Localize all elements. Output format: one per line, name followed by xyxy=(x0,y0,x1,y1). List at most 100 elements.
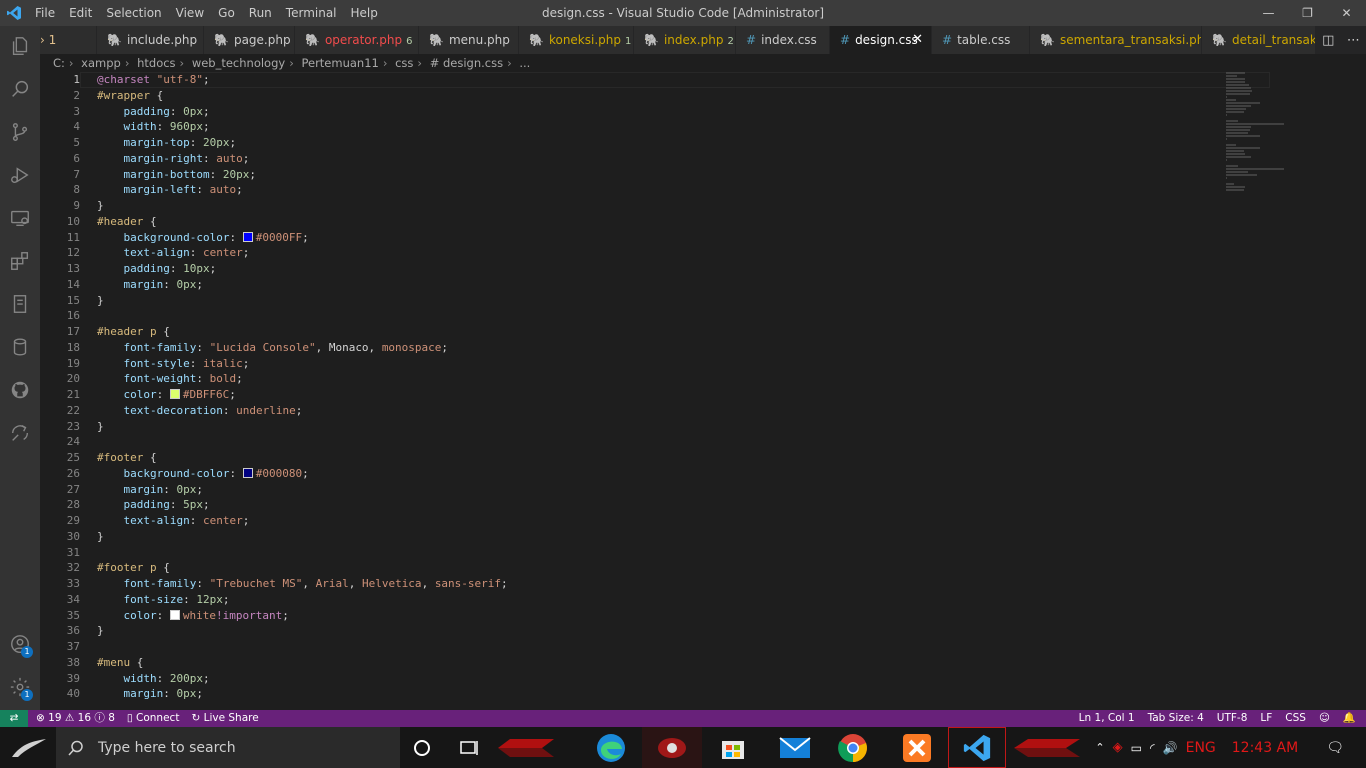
code-line[interactable]: margin-left: auto; xyxy=(97,182,508,198)
database-icon[interactable] xyxy=(0,327,40,367)
tab-design-css[interactable]: # design.css ✕ xyxy=(830,26,932,54)
notifications-icon[interactable]: 🗨 xyxy=(1326,740,1344,756)
code-line[interactable]: margin-bottom: 20px; xyxy=(97,167,508,183)
code-line[interactable]: } xyxy=(97,419,508,435)
menu-selection[interactable]: Selection xyxy=(99,0,168,26)
breadcrumb-css[interactable]: css xyxy=(395,56,413,70)
menu-file[interactable]: File xyxy=(28,0,62,26)
task-view-icon[interactable] xyxy=(453,727,485,768)
breadcrumb-drive[interactable]: C: xyxy=(53,56,65,70)
code-line[interactable]: font-family: "Trebuchet MS", Arial, Helv… xyxy=(97,576,508,592)
tab-koneksi-php[interactable]: 🐘 koneksi.php 1 xyxy=(519,26,634,54)
start-button[interactable] xyxy=(0,727,56,768)
code-line[interactable]: } xyxy=(97,293,508,309)
breadcrumb-htdocs[interactable]: htdocs xyxy=(137,56,175,70)
menu-view[interactable]: View xyxy=(169,0,211,26)
edge-icon[interactable] xyxy=(590,727,632,768)
live-share-button[interactable]: ↻ Live Share xyxy=(191,710,258,727)
code-line[interactable]: text-align: center; xyxy=(97,245,508,261)
color-swatch-icon[interactable] xyxy=(169,389,180,399)
volume-icon[interactable]: 🔊 xyxy=(1163,741,1178,755)
live-share-icon[interactable] xyxy=(0,413,40,453)
tab-sementara-transaksi-php[interactable]: 🐘sementara_transaksi.php8 xyxy=(1030,26,1202,54)
code-line[interactable]: margin: 0px; xyxy=(97,277,508,293)
explorer-icon[interactable] xyxy=(0,26,40,66)
code-line[interactable]: padding: 5px; xyxy=(97,497,508,513)
code-line[interactable] xyxy=(97,434,508,450)
code-line[interactable]: margin: 0px; xyxy=(97,686,508,702)
bookmarks-icon[interactable] xyxy=(0,284,40,324)
menu-edit[interactable]: Edit xyxy=(62,0,99,26)
code-line[interactable]: color: white!important; xyxy=(97,608,508,624)
minimize-button[interactable]: — xyxy=(1249,0,1288,26)
tab-page-php[interactable]: 🐘 page.php xyxy=(204,26,295,54)
code-line[interactable]: margin: 0px; xyxy=(97,482,508,498)
code-line[interactable]: @charset "utf-8"; xyxy=(97,72,508,88)
feedback-icon[interactable]: ☺ xyxy=(1319,710,1330,727)
code-line[interactable]: width: 200px; xyxy=(97,671,508,687)
code-line[interactable]: background-color: #0000FF; xyxy=(97,230,508,246)
code-line[interactable]: margin-right: auto; xyxy=(97,151,508,167)
search-icon[interactable] xyxy=(0,69,40,109)
color-swatch-icon[interactable] xyxy=(242,467,253,478)
tab-index-php[interactable]: 🐘 index.php 2 xyxy=(634,26,736,54)
tab-include-php[interactable]: 🐘 include.php xyxy=(97,26,204,54)
encoding[interactable]: UTF-8 xyxy=(1217,710,1248,727)
settings-gear-icon[interactable]: 1 xyxy=(0,667,40,707)
code-line[interactable]: #footer { xyxy=(97,450,508,466)
code-line[interactable]: text-align: center; xyxy=(97,513,508,529)
code-line[interactable] xyxy=(97,639,508,655)
accounts-icon[interactable]: 1 xyxy=(0,624,40,664)
code-line[interactable]: font-size: 12px; xyxy=(97,592,508,608)
battery-icon[interactable]: ▭ xyxy=(1131,741,1142,755)
input-language[interactable]: ENG xyxy=(1186,740,1216,756)
end-of-line[interactable]: LF xyxy=(1260,710,1272,727)
minimap[interactable] xyxy=(1226,72,1286,312)
code-line[interactable]: padding: 10px; xyxy=(97,261,508,277)
chevron-up-icon[interactable]: ⌃ xyxy=(1095,741,1104,754)
taskbar-search-box[interactable]: Type here to search xyxy=(56,727,400,768)
remote-indicator[interactable]: ⇄ xyxy=(0,710,28,727)
remote-explorer-icon[interactable] xyxy=(0,198,40,238)
breadcrumb-pertemuan11[interactable]: Pertemuan11 xyxy=(301,56,378,70)
code-line[interactable]: #footer p { xyxy=(97,560,508,576)
source-control-icon[interactable] xyxy=(0,112,40,152)
tab-partial[interactable]: › 1 xyxy=(40,26,97,54)
vscode-icon[interactable] xyxy=(948,727,1006,768)
code-line[interactable]: margin-top: 20px; xyxy=(97,135,508,151)
more-actions-icon[interactable]: ⋯ xyxy=(1347,33,1360,48)
breadcrumb-xampp[interactable]: xampp xyxy=(81,56,121,70)
rog-tray-icon[interactable]: ◈ xyxy=(1113,740,1123,755)
tab-operator-php[interactable]: 🐘 operator.php 6 xyxy=(295,26,419,54)
tab-table-css[interactable]: # table.css xyxy=(932,26,1030,54)
menu-go[interactable]: Go xyxy=(211,0,242,26)
menu-run[interactable]: Run xyxy=(242,0,279,26)
code-line[interactable]: width: 960px; xyxy=(97,119,508,135)
close-tab-icon[interactable]: ✕ xyxy=(912,26,923,54)
problems-indicator[interactable]: ⊗ 19 ⚠ 16 ⓘ 8 xyxy=(36,710,115,727)
code-line[interactable]: #wrapper { xyxy=(97,88,508,104)
game-icon[interactable] xyxy=(642,727,702,768)
cortana-icon[interactable] xyxy=(406,727,438,768)
extensions-icon[interactable] xyxy=(0,241,40,281)
code-line[interactable]: #header { xyxy=(97,214,508,230)
xampp-icon[interactable] xyxy=(896,727,938,768)
close-button[interactable]: ✕ xyxy=(1327,0,1366,26)
tab-index-css[interactable]: # index.css xyxy=(736,26,830,54)
color-swatch-icon[interactable] xyxy=(242,231,253,242)
code-line[interactable]: #header p { xyxy=(97,324,508,340)
breadcrumb-symbol[interactable]: ... xyxy=(519,56,530,70)
code-line[interactable]: font-family: "Lucida Console", Monaco, m… xyxy=(97,340,508,356)
run-debug-icon[interactable] xyxy=(0,155,40,195)
connect-button[interactable]: ▯ Connect xyxy=(127,710,180,727)
code-line[interactable]: #menu { xyxy=(97,655,508,671)
code-line[interactable] xyxy=(97,545,508,561)
split-editor-icon[interactable]: ◫ xyxy=(1322,33,1334,48)
chrome-icon[interactable] xyxy=(832,727,874,768)
github-icon[interactable] xyxy=(0,370,40,410)
restore-button[interactable]: ❐ xyxy=(1288,0,1327,26)
breadcrumb-file[interactable]: # design.css xyxy=(430,56,503,70)
code-line[interactable]: } xyxy=(97,623,508,639)
tab-menu-php[interactable]: 🐘 menu.php xyxy=(419,26,519,54)
code-line[interactable] xyxy=(97,308,508,324)
